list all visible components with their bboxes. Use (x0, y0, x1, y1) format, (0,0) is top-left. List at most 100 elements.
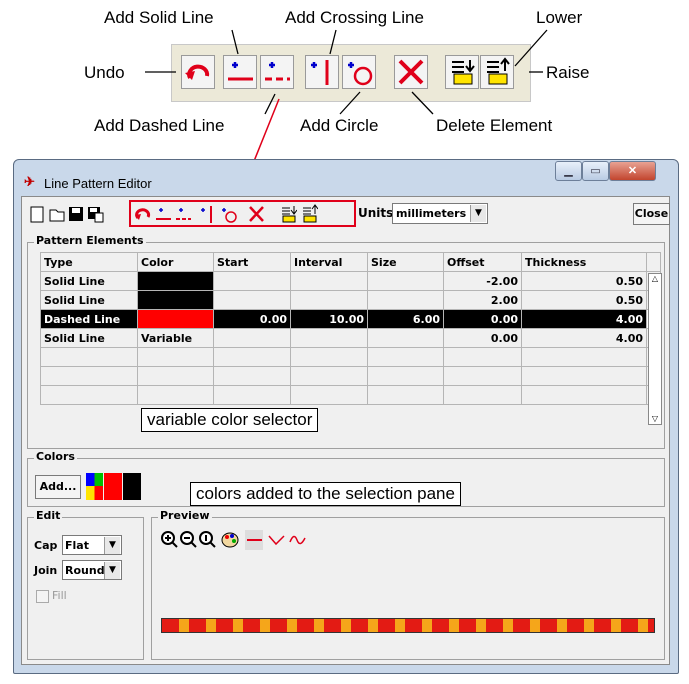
app-icon: ✈ (24, 174, 35, 189)
table-row[interactable]: Solid Line -2.00 0.50 (40, 271, 661, 291)
table-scrollbar[interactable]: △ ▽ (648, 273, 662, 425)
size-cell[interactable] (367, 290, 444, 310)
line-pattern-editor-window: ✈ Line Pattern Editor ▁ ▭ ✕ Units millim… (13, 159, 679, 674)
type-cell[interactable]: Solid Line (40, 271, 138, 291)
interval-cell[interactable] (290, 290, 368, 310)
chevron-down-icon: ▼ (104, 537, 120, 554)
join-dropdown[interactable]: Round ▼ (62, 560, 122, 580)
thickness-cell[interactable]: 4.00 (521, 309, 647, 329)
line-pattern-preview (161, 618, 655, 633)
add-solid-line-small-icon[interactable] (154, 204, 172, 224)
chevron-down-icon: ▼ (470, 205, 486, 222)
open-file-icon[interactable] (48, 204, 66, 224)
start-cell[interactable]: 0.00 (213, 309, 291, 329)
zoom-reset-icon[interactable] (198, 530, 216, 550)
type-cell[interactable]: Dashed Line (40, 309, 138, 329)
add-dashed-line-small-icon[interactable] (174, 204, 192, 224)
black-color-swatch[interactable] (123, 473, 141, 500)
editor-client-area: Units millimeters ▼ Close Pattern Elemen… (21, 196, 670, 665)
color-cell[interactable] (137, 290, 214, 310)
angled-line-preview-icon[interactable] (267, 530, 285, 550)
start-cell[interactable] (213, 271, 291, 291)
scroll-up-icon[interactable]: △ (649, 274, 661, 284)
color-cell[interactable] (137, 271, 214, 291)
units-value: millimeters (396, 207, 467, 220)
variable-color-swatch[interactable] (86, 473, 103, 500)
red-color-swatch[interactable] (104, 473, 122, 500)
size-cell[interactable] (367, 328, 444, 348)
delete-element-small-icon[interactable] (247, 204, 265, 224)
offset-cell[interactable]: 2.00 (443, 290, 522, 310)
type-cell[interactable]: Solid Line (40, 290, 138, 310)
thickness-cell[interactable]: 0.50 (521, 271, 647, 291)
palette-icon[interactable] (221, 530, 239, 550)
units-label: Units (358, 206, 394, 220)
pattern-elements-table: Type Color Start Interval Size Offset Th… (40, 252, 661, 405)
scroll-corner (646, 252, 661, 272)
title-bar: ✈ Line Pattern Editor ▁ ▭ ✕ (14, 160, 678, 196)
size-cell[interactable] (367, 271, 444, 291)
raise-small-icon[interactable] (300, 204, 318, 224)
cap-value: Flat (65, 539, 89, 552)
lower-small-icon[interactable] (279, 204, 297, 224)
save-as-icon[interactable] (86, 204, 104, 224)
size-cell[interactable]: 6.00 (367, 309, 444, 329)
save-icon[interactable] (67, 204, 85, 224)
column-header[interactable]: Offset (443, 252, 522, 272)
zoom-out-icon[interactable] (179, 530, 197, 550)
add-crossing-line-small-icon[interactable] (198, 204, 216, 224)
close-button[interactable]: Close (633, 203, 670, 225)
start-cell[interactable] (213, 328, 291, 348)
color-cell[interactable]: Variable (137, 328, 214, 348)
interval-cell[interactable] (290, 271, 368, 291)
table-row-selected[interactable]: Dashed Line 0.00 10.00 6.00 0.00 4.00 (40, 309, 661, 329)
scroll-down-icon[interactable]: ▽ (649, 414, 661, 424)
add-circle-small-icon[interactable] (219, 204, 237, 224)
preview-legend: Preview (158, 509, 212, 522)
offset-cell[interactable]: 0.00 (443, 309, 522, 329)
fill-label: Fill (52, 589, 67, 602)
interval-cell[interactable] (290, 328, 368, 348)
table-header-row: Type Color Start Interval Size Offset Th… (40, 252, 661, 272)
table-row[interactable]: Solid Line Variable 0.00 4.00 (40, 328, 661, 348)
fill-checkbox[interactable] (36, 590, 49, 603)
cap-dropdown[interactable]: Flat ▼ (62, 535, 122, 555)
curved-line-preview-icon[interactable] (288, 530, 306, 550)
minimize-button[interactable]: ▁ (555, 161, 582, 181)
colors-legend: Colors (34, 450, 77, 463)
column-header[interactable]: Interval (290, 252, 368, 272)
table-row[interactable]: Solid Line 2.00 0.50 (40, 290, 661, 310)
column-header[interactable]: Type (40, 252, 138, 272)
undo-small-icon[interactable] (133, 204, 151, 224)
maximize-button[interactable]: ▭ (582, 161, 609, 181)
zoom-in-icon[interactable] (160, 530, 178, 550)
column-header[interactable]: Color (137, 252, 214, 272)
table-row-empty[interactable] (40, 385, 661, 405)
join-value: Round (65, 564, 105, 577)
start-cell[interactable] (213, 290, 291, 310)
thickness-cell[interactable]: 4.00 (521, 328, 647, 348)
column-header[interactable]: Start (213, 252, 291, 272)
window-close-button[interactable]: ✕ (609, 161, 656, 181)
edit-legend: Edit (34, 509, 63, 522)
callout-variable-color-selector: variable color selector (141, 408, 319, 432)
column-header[interactable]: Size (367, 252, 444, 272)
window-title: Line Pattern Editor (44, 176, 152, 191)
thickness-cell[interactable]: 0.50 (521, 290, 647, 310)
table-row-empty[interactable] (40, 347, 661, 367)
color-cell[interactable] (137, 309, 214, 329)
table-row-empty[interactable] (40, 366, 661, 386)
units-dropdown[interactable]: millimeters ▼ (392, 203, 488, 224)
add-color-button[interactable]: Add... (35, 475, 81, 499)
offset-cell[interactable]: 0.00 (443, 328, 522, 348)
pattern-elements-legend: Pattern Elements (34, 234, 146, 247)
chevron-down-icon: ▼ (104, 562, 120, 579)
column-header[interactable]: Thickness (521, 252, 647, 272)
cap-label: Cap (34, 539, 58, 552)
callout-colors-added: colors added to the selection pane (190, 482, 461, 506)
type-cell[interactable]: Solid Line (40, 328, 138, 348)
interval-cell[interactable]: 10.00 (290, 309, 368, 329)
new-file-icon[interactable] (28, 204, 46, 224)
straight-line-preview-icon[interactable] (245, 530, 263, 550)
offset-cell[interactable]: -2.00 (443, 271, 522, 291)
